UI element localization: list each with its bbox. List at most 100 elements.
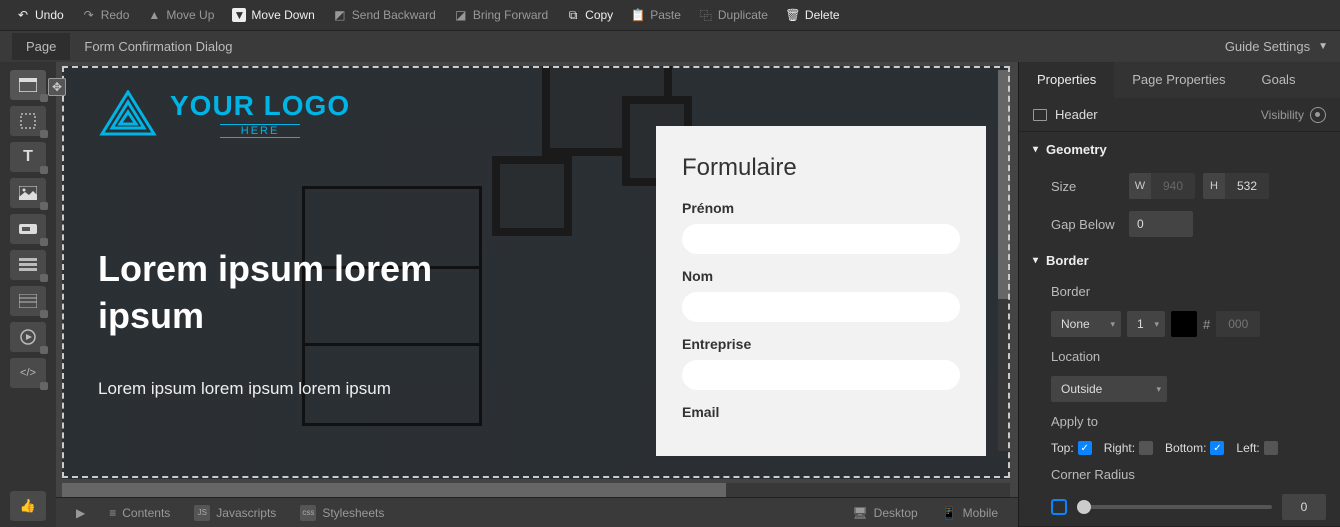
element-type-label: Header <box>1055 107 1098 122</box>
border-color-swatch[interactable] <box>1171 311 1197 337</box>
paste-button[interactable]: 📋Paste <box>623 4 689 26</box>
section-tool-button[interactable] <box>10 70 46 100</box>
scrollbar-thumb[interactable] <box>998 70 1010 299</box>
width-input[interactable] <box>1151 173 1195 199</box>
border-color-input[interactable] <box>1216 311 1260 337</box>
bring-forward-icon: ◪ <box>454 8 468 22</box>
duplicate-button[interactable]: ⿻Duplicate <box>691 4 776 26</box>
guide-settings-label[interactable]: Guide Settings <box>1225 39 1310 54</box>
tab-page-properties[interactable]: Page Properties <box>1114 62 1243 98</box>
section-border-toggle[interactable]: ▾ Border <box>1019 243 1340 278</box>
form-label-prenom: Prénom <box>682 200 960 216</box>
form-input-prenom[interactable] <box>682 224 960 254</box>
top-side-label: Top: <box>1051 441 1074 455</box>
tab-properties[interactable]: Properties <box>1019 62 1114 98</box>
form-input-entreprise[interactable] <box>682 360 960 390</box>
hero-heading: Lorem ipsum lorem ipsum <box>98 246 518 340</box>
wall-frame-decor <box>492 156 572 236</box>
corner-radius-slider[interactable] <box>1077 505 1272 509</box>
selection-move-handle[interactable]: ✥ <box>48 78 66 96</box>
play-button[interactable]: ▶ <box>64 502 97 524</box>
hero-body: Lorem ipsum lorem ipsum lorem ipsum <box>98 376 391 402</box>
move-up-label: Move Up <box>166 8 214 22</box>
logo-subtext: HERE <box>220 124 300 138</box>
redo-label: Redo <box>101 8 130 22</box>
mobile-view-button[interactable]: 📱Mobile <box>930 502 1010 524</box>
visibility-toggle-icon[interactable] <box>1310 107 1326 123</box>
slider-thumb[interactable] <box>1077 500 1091 514</box>
stylesheets-label: Stylesheets <box>322 506 384 520</box>
javascripts-button[interactable]: JSJavascripts <box>182 501 288 525</box>
canvas-content: YOUR LOGO HERE Lorem ipsum lorem ipsum L… <box>62 66 1010 479</box>
form-panel: Formulaire Prénom Nom Entreprise Email <box>656 126 986 456</box>
width-tag: W <box>1129 173 1151 199</box>
logo-text: YOUR LOGO <box>170 90 350 122</box>
breadcrumb-page[interactable]: Page <box>12 33 70 60</box>
play-icon: ▶ <box>76 506 85 520</box>
section-geometry-toggle[interactable]: ▾Geometry <box>1019 132 1340 167</box>
canvas-wrapper: ✥ YOUR LOGO HERE <box>56 62 1018 527</box>
chevron-down-icon: ▾ <box>1156 384 1161 395</box>
bring-forward-button[interactable]: ◪Bring Forward <box>446 4 556 26</box>
apply-to-label: Apply to <box>1051 414 1098 429</box>
properties-tabs: Properties Page Properties Goals <box>1019 62 1340 98</box>
undo-button[interactable]: ↶Undo <box>8 4 72 26</box>
delete-button[interactable]: 🗑Delete <box>778 4 848 26</box>
scrollbar-thumb[interactable] <box>62 483 726 497</box>
properties-panel: Properties Page Properties Goals Header … <box>1018 62 1340 527</box>
border-width-select[interactable]: 1▾ <box>1127 311 1165 337</box>
size-label: Size <box>1051 179 1121 194</box>
canvas-scrollbar-vertical[interactable] <box>998 70 1010 451</box>
left-checkbox[interactable] <box>1264 441 1278 455</box>
corner-radius-label: Corner Radius <box>1051 467 1135 482</box>
left-side-label: Left: <box>1236 441 1259 455</box>
mobile-icon: 📱 <box>942 506 957 520</box>
dropdown-icon[interactable]: ▼ <box>1318 41 1328 52</box>
height-input[interactable] <box>1225 173 1269 199</box>
send-backward-button[interactable]: ◩Send Backward <box>325 4 444 26</box>
contents-button[interactable]: ≡Contents <box>97 502 182 524</box>
move-down-button[interactable]: ▼Move Down <box>224 4 322 26</box>
list-tool-button[interactable] <box>10 286 46 316</box>
bottom-checkbox[interactable]: ✓ <box>1210 441 1224 455</box>
redo-button[interactable]: ↷ Redo <box>74 4 138 26</box>
form-title: Formulaire <box>682 154 960 182</box>
top-checkbox[interactable]: ✓ <box>1078 441 1092 455</box>
desktop-view-button[interactable]: 🖥Desktop <box>840 502 929 524</box>
paste-icon: 📋 <box>631 8 645 22</box>
video-tool-button[interactable] <box>10 322 46 352</box>
gap-below-input[interactable] <box>1129 211 1193 237</box>
right-checkbox[interactable] <box>1139 441 1153 455</box>
copy-button[interactable]: ⧉Copy <box>558 4 621 26</box>
element-header-row: Header Visibility <box>1019 98 1340 132</box>
form-tool-button[interactable] <box>10 250 46 280</box>
text-tool-button[interactable]: T <box>10 142 46 172</box>
thumbs-up-button[interactable]: 👍 <box>10 491 46 521</box>
image-tool-button[interactable] <box>10 178 46 208</box>
stylesheets-button[interactable]: cssStylesheets <box>288 501 396 525</box>
border-label: Border <box>1051 284 1090 299</box>
move-up-button[interactable]: ▲Move Up <box>139 4 222 26</box>
chevron-down-icon: ▾ <box>1033 144 1038 155</box>
logo-block: YOUR LOGO HERE <box>98 90 350 138</box>
redo-icon: ↷ <box>82 8 96 22</box>
form-input-nom[interactable] <box>682 292 960 322</box>
form-label-nom: Nom <box>682 268 960 284</box>
border-style-value: None <box>1061 317 1090 331</box>
code-tool-button[interactable]: </> <box>10 358 46 388</box>
corner-radius-input[interactable] <box>1282 494 1326 520</box>
page-canvas[interactable]: YOUR LOGO HERE Lorem ipsum lorem ipsum L… <box>62 66 1010 479</box>
chevron-down-icon: ▾ <box>1154 319 1159 330</box>
border-location-select[interactable]: Outside▾ <box>1051 376 1167 402</box>
section-border-label: Border <box>1046 253 1089 268</box>
logo-icon <box>98 90 158 138</box>
tab-goals[interactable]: Goals <box>1243 62 1313 98</box>
chevron-down-icon: ▾ <box>1033 255 1038 266</box>
border-width-value: 1 <box>1137 317 1144 331</box>
breadcrumb-dialog[interactable]: Form Confirmation Dialog <box>70 33 246 60</box>
button-tool-button[interactable] <box>10 214 46 244</box>
box-tool-button[interactable] <box>10 106 46 136</box>
border-style-select[interactable]: None▾ <box>1051 311 1121 337</box>
duplicate-label: Duplicate <box>718 8 768 22</box>
canvas-scrollbar-horizontal[interactable] <box>62 483 1010 497</box>
